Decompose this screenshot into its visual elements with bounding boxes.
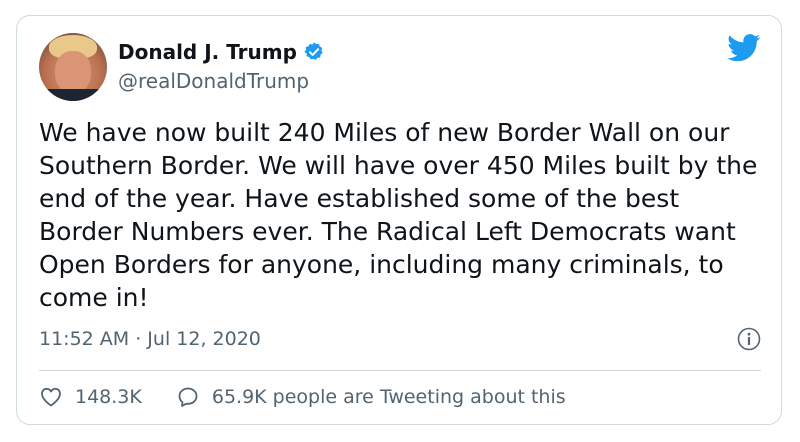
- tweet-card[interactable]: Donald J. Trump @realDonaldTrump We have…: [16, 15, 782, 425]
- tweet-text: We have now built 240 Miles of new Borde…: [39, 118, 758, 312]
- avatar-suit: [39, 89, 107, 101]
- conversation-label: 65.9K people are Tweeting about this: [211, 386, 566, 408]
- author-name-row: Donald J. Trump: [118, 40, 325, 64]
- speech-bubble-icon: [178, 387, 198, 407]
- tweet-timestamp[interactable]: 11:52 AM · Jul 12, 2020: [39, 328, 261, 350]
- twitter-bird-icon[interactable]: [727, 34, 761, 62]
- tweet-actions: 148.3K 65.9K people are Tweeting about t…: [39, 385, 566, 409]
- heart-icon: [41, 387, 61, 407]
- author-name[interactable]: Donald J. Trump: [118, 40, 297, 64]
- divider: [39, 370, 761, 371]
- avatar-face: [55, 51, 91, 93]
- avatar[interactable]: [39, 33, 107, 101]
- like-button[interactable]: 148.3K: [39, 385, 142, 409]
- info-icon[interactable]: [737, 327, 761, 351]
- verified-badge-icon: [304, 42, 323, 60]
- like-count: 148.3K: [75, 386, 142, 408]
- author-handle[interactable]: @realDonaldTrump: [118, 69, 309, 93]
- conversation-button[interactable]: 65.9K people are Tweeting about this: [176, 385, 566, 409]
